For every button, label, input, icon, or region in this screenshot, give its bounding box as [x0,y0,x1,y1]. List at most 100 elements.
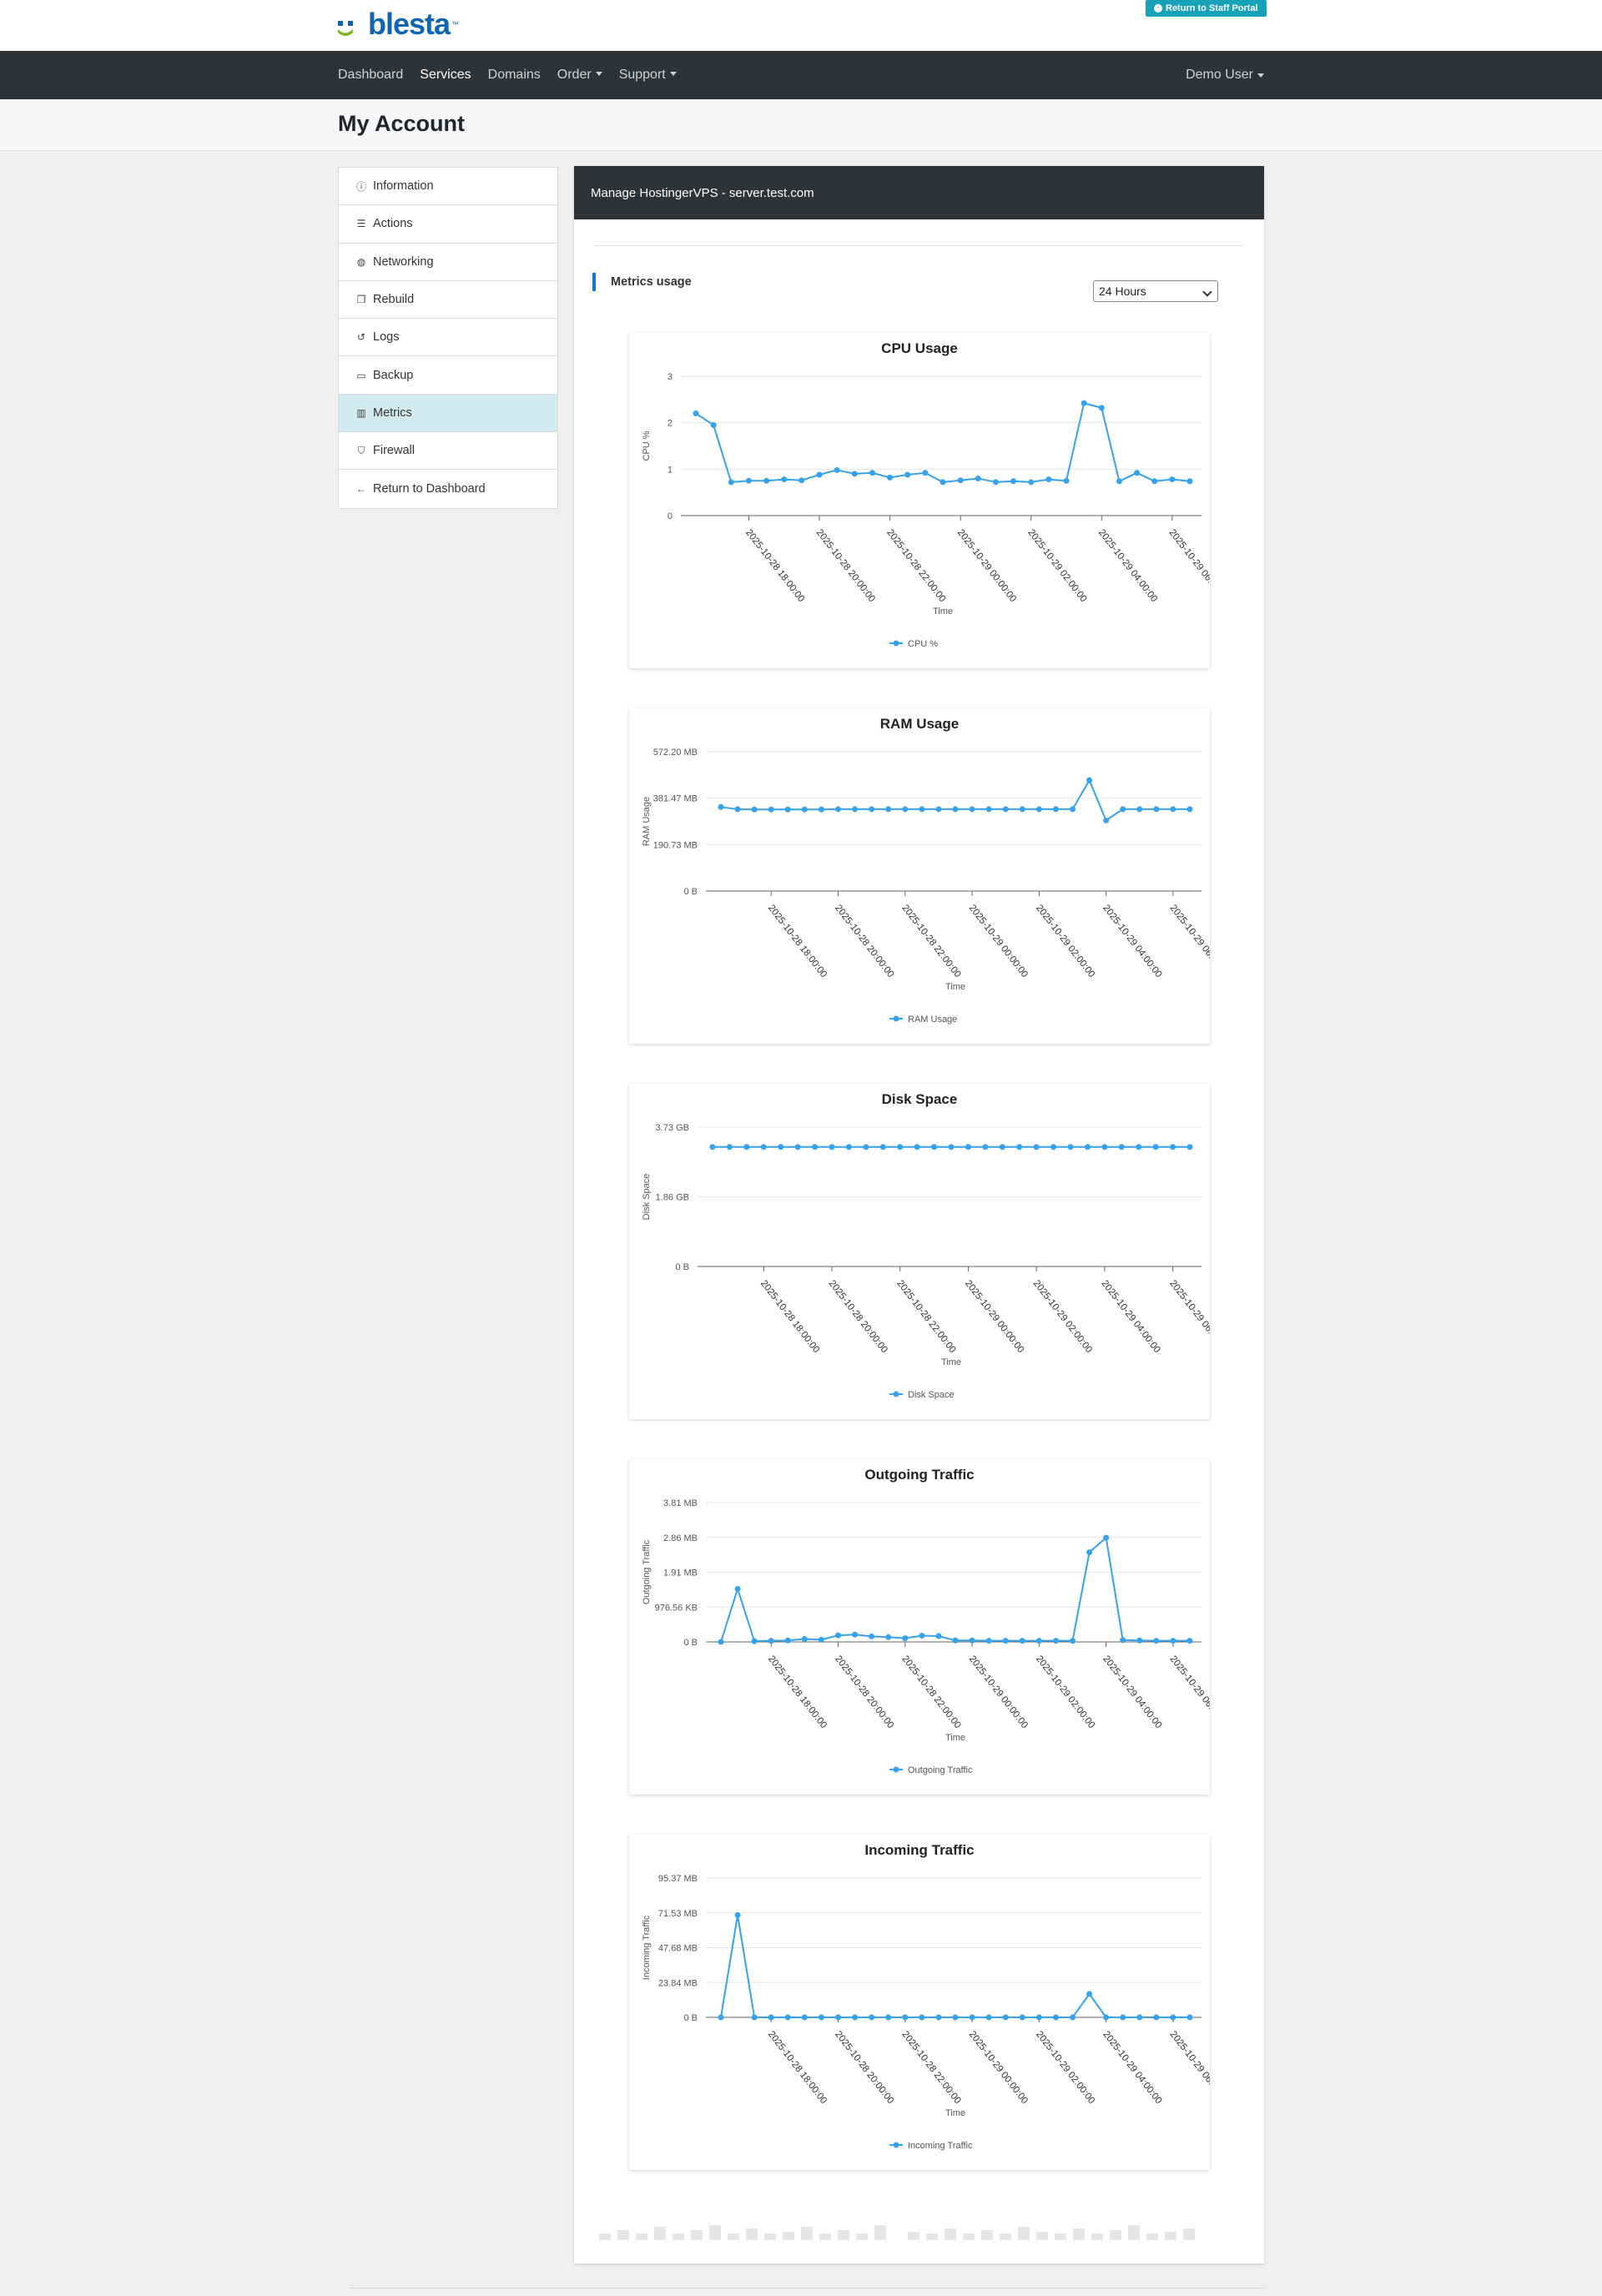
data-point[interactable] [693,410,699,417]
chart-legend[interactable]: RAM Usage [889,1015,957,1025]
data-point[interactable] [948,1144,955,1151]
data-point[interactable] [914,1144,920,1151]
data-point[interactable] [1186,806,1193,813]
sidebar-item-return-to-dashboard[interactable]: ← Return to Dashboard [339,470,557,507]
data-point[interactable] [812,1144,819,1151]
data-point[interactable] [751,806,758,813]
data-point[interactable] [768,806,774,813]
data-point[interactable] [1019,806,1025,813]
data-point[interactable] [1035,2014,1042,2021]
data-point[interactable] [931,1144,938,1151]
data-point[interactable] [768,2014,774,2021]
data-point[interactable] [1052,2014,1059,2021]
data-point[interactable] [935,806,942,813]
data-point[interactable] [919,806,925,813]
data-point[interactable] [1170,2014,1176,2021]
data-point[interactable] [763,477,770,484]
data-point[interactable] [1050,1144,1057,1151]
data-point[interactable] [952,1637,959,1644]
nav-item-support[interactable]: Support [619,68,677,83]
data-point[interactable] [798,477,805,484]
data-point[interactable] [835,1632,841,1639]
nav-item-dashboard[interactable]: Dashboard [338,68,403,83]
data-point[interactable] [835,806,841,813]
data-point[interactable] [1134,470,1141,476]
chart-legend[interactable]: Disk Space [889,1390,955,1400]
data-point[interactable] [969,1637,975,1644]
data-point[interactable] [1016,1144,1023,1151]
data-point[interactable] [957,477,964,484]
data-point[interactable] [1081,400,1087,406]
data-point[interactable] [1070,1638,1076,1644]
data-point[interactable] [1120,2014,1126,2021]
data-point[interactable] [743,1144,750,1151]
data-point[interactable] [992,479,999,486]
data-point[interactable] [1086,1549,1093,1556]
data-point[interactable] [784,806,791,813]
data-point[interactable] [1002,1638,1009,1644]
data-point[interactable] [816,471,823,478]
data-point[interactable] [751,2014,758,2021]
data-point[interactable] [818,1636,824,1643]
data-point[interactable] [1103,817,1110,823]
data-point[interactable] [999,1144,1005,1151]
data-point[interactable] [975,475,981,481]
data-point[interactable] [851,471,858,477]
nav-item-order[interactable]: Order [557,68,602,83]
data-point[interactable] [879,1144,886,1151]
data-point[interactable] [863,1144,869,1151]
data-point[interactable] [1153,2014,1160,2021]
data-point[interactable] [965,1144,971,1151]
data-point[interactable] [1120,1637,1126,1644]
data-point[interactable] [1170,1144,1176,1151]
data-point[interactable] [902,2014,909,2021]
data-point[interactable] [728,479,734,486]
data-point[interactable] [1136,2014,1143,2021]
data-point[interactable] [885,1634,892,1640]
data-point[interactable] [852,1631,859,1638]
chart-legend[interactable]: Incoming Traffic [889,2141,973,2151]
return-to-staff-portal-button[interactable]: ↑ Return to Staff Portal [1146,0,1267,17]
data-point[interactable] [904,471,911,478]
data-point[interactable] [885,806,892,813]
data-point[interactable] [1136,1144,1142,1151]
data-point[interactable] [969,2014,975,2021]
data-point[interactable] [845,1144,852,1151]
data-point[interactable] [985,1638,992,1644]
data-point[interactable] [1170,1638,1176,1644]
data-point[interactable] [869,470,875,476]
data-point[interactable] [919,1633,925,1639]
sidebar-item-information[interactable]: ⓘ Information [339,168,557,206]
data-point[interactable] [801,1635,808,1642]
data-point[interactable] [887,474,894,481]
data-point[interactable] [801,806,808,813]
data-point[interactable] [1035,1638,1042,1644]
chart-legend[interactable]: CPU % [889,639,938,649]
data-point[interactable] [985,2014,992,2021]
data-point[interactable] [940,479,946,486]
data-point[interactable] [834,466,840,473]
data-point[interactable] [1019,1638,1025,1644]
data-point[interactable] [1103,2014,1110,2021]
data-point[interactable] [1170,806,1176,813]
data-point[interactable] [1103,1534,1110,1541]
data-point[interactable] [745,477,752,484]
sidebar-item-metrics[interactable]: ▥ Metrics [339,394,557,433]
data-point[interactable] [1098,405,1105,411]
time-range-select[interactable]: 24 Hours [1093,280,1218,302]
data-point[interactable] [1186,1144,1193,1151]
data-point[interactable] [922,470,929,476]
data-point[interactable] [1010,478,1017,485]
data-point[interactable] [969,806,975,813]
data-point[interactable] [1101,1144,1108,1151]
data-point[interactable] [1120,806,1126,813]
data-point[interactable] [952,806,959,813]
data-point[interactable] [718,2014,724,2021]
data-point[interactable] [985,806,992,813]
data-point[interactable] [885,2014,892,2021]
data-point[interactable] [852,2014,859,2021]
blesta-logo[interactable]: blesta ™ [336,7,459,41]
data-point[interactable] [781,476,788,483]
user-menu-dropdown[interactable]: Demo User [1186,51,1264,99]
data-point[interactable] [869,2014,875,2021]
